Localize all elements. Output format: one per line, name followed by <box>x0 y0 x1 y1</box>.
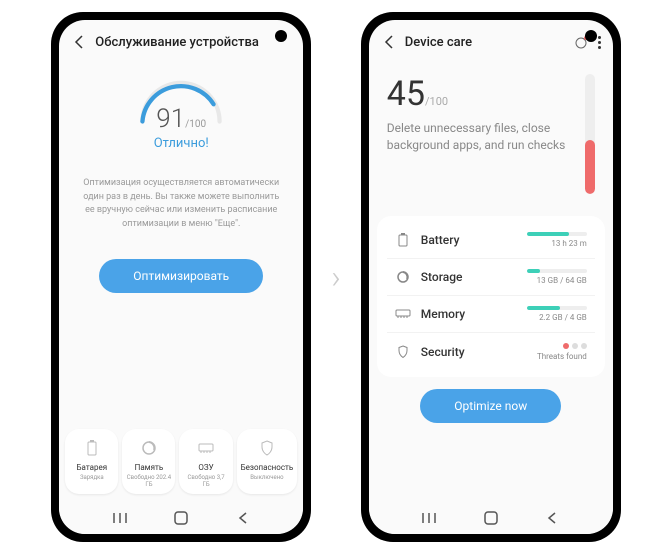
header: Обслуживание устройства <box>59 20 303 60</box>
camera-hole <box>585 30 597 42</box>
tile-security[interactable]: БезопасностьВыключено <box>237 429 298 494</box>
score-max: /100 <box>425 95 448 108</box>
memory-icon <box>395 306 411 322</box>
navbar <box>59 502 303 534</box>
score-gauge: 91/100 Отлично! <box>59 60 303 159</box>
score-section: 45/100 Delete unnecessary files, close b… <box>369 60 613 208</box>
card-storage[interactable]: Storage 13 GB / 64 GB <box>387 258 595 295</box>
nav-recents-icon[interactable] <box>419 510 439 526</box>
tile-memory[interactable]: ОЗУСвободно 3,7 ГБ <box>179 429 232 494</box>
battery-icon <box>395 232 411 248</box>
optimize-button[interactable]: Оптимизировать <box>99 259 263 293</box>
optimize-button[interactable]: Optimize now <box>420 389 561 423</box>
memory-icon <box>197 439 215 457</box>
header: Device care <box>369 20 613 60</box>
phone-left: Обслуживание устройства 91/100 Отлично! … <box>51 12 311 542</box>
card-memory[interactable]: Memory 2.2 GB / 4 GB <box>387 295 595 332</box>
shield-icon <box>258 439 276 457</box>
battery-icon <box>83 439 101 457</box>
storage-icon <box>395 269 411 285</box>
nav-home-icon[interactable] <box>171 510 191 526</box>
nav-back-icon[interactable] <box>233 510 253 526</box>
card-battery[interactable]: Battery 13 h 23 m <box>387 222 595 258</box>
description-text: Оптимизация осуществляется автоматически… <box>59 159 303 249</box>
category-cards: Battery 13 h 23 m Storage 13 GB / 64 GB … <box>377 216 605 377</box>
nav-home-icon[interactable] <box>481 510 501 526</box>
shield-icon <box>395 344 411 360</box>
more-icon[interactable] <box>598 36 601 49</box>
arrow-icon: › <box>331 258 341 296</box>
card-security[interactable]: Security Threats found <box>387 332 595 371</box>
navbar <box>369 502 613 534</box>
nav-back-icon[interactable] <box>542 510 562 526</box>
nav-recents-icon[interactable] <box>110 510 130 526</box>
tile-battery[interactable]: БатареяЗарядка <box>65 429 118 494</box>
score-bar <box>585 74 595 194</box>
category-tiles: БатареяЗарядка ПамятьСвободно 202.4 ГБ О… <box>59 421 303 502</box>
page-title: Device care <box>405 35 472 50</box>
storage-icon <box>140 439 158 457</box>
score-value: 45 <box>387 74 425 114</box>
phone-right: Device care 45/100 Delete unnecessary fi… <box>361 12 621 542</box>
back-icon[interactable] <box>381 34 397 50</box>
advice-text: Delete unnecessary files, close backgrou… <box>387 120 573 154</box>
status-dots <box>563 343 587 349</box>
tile-storage[interactable]: ПамятьСвободно 202.4 ГБ <box>122 429 175 494</box>
page-title: Обслуживание устройства <box>95 35 259 50</box>
score-label: Отлично! <box>154 136 209 151</box>
back-icon[interactable] <box>71 34 87 50</box>
